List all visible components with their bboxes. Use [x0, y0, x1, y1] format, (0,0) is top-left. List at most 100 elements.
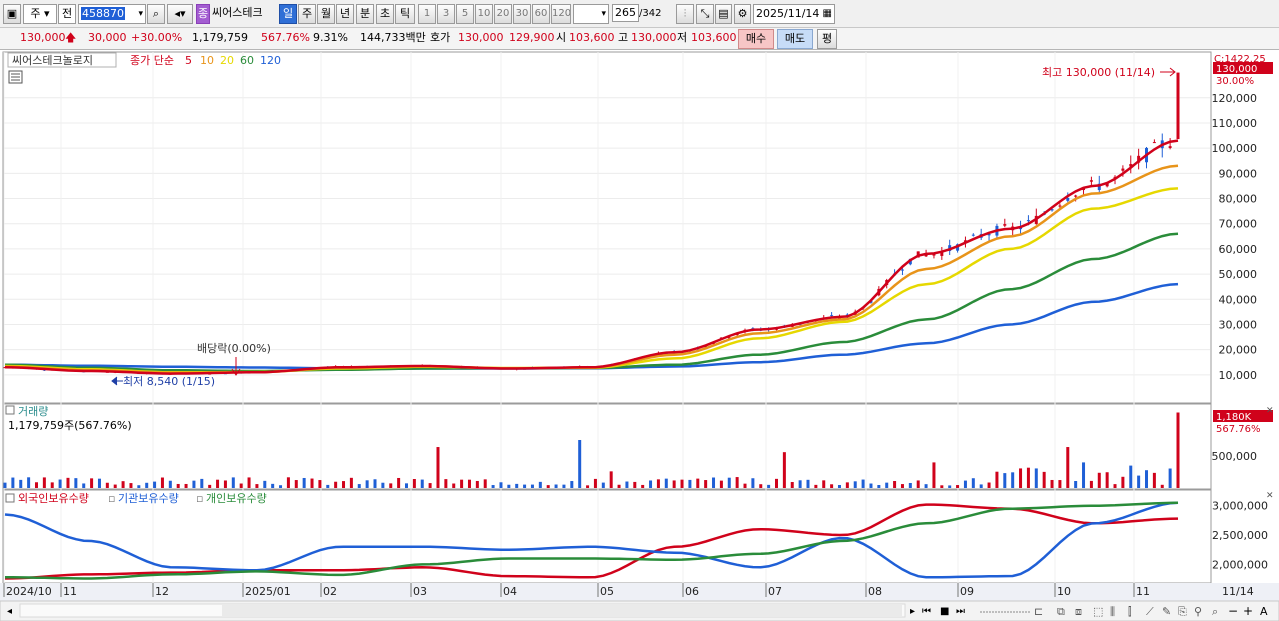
volume-bar — [499, 482, 503, 488]
legend-ma-60[interactable]: 60 — [240, 54, 254, 67]
volume-bar — [3, 482, 7, 488]
count-field[interactable]: 265/342 — [612, 4, 676, 24]
volume-bar — [1058, 480, 1062, 488]
period-tab-second[interactable]: 초 — [376, 4, 394, 24]
period-tab-tick[interactable]: 틱 — [395, 4, 415, 24]
period-tab-day[interactable]: 일 — [279, 4, 297, 24]
volume-bar — [105, 482, 109, 488]
interval-20[interactable]: 20 — [494, 4, 512, 24]
interval-1[interactable]: 1 — [418, 4, 436, 24]
zoom-out-icon[interactable]: − — [1228, 604, 1238, 618]
magnifier-icon[interactable]: ⌕ — [1212, 605, 1218, 618]
save-icon[interactable]: ▤ — [715, 4, 732, 24]
volume-bar — [546, 485, 550, 488]
quote-volume-pct: 567.76% — [261, 31, 310, 44]
x-tick-label: 04 — [503, 585, 517, 598]
rewind-icon[interactable]: ⏮ — [922, 606, 931, 617]
legend-foreign[interactable]: 외국인보유수량 — [18, 492, 89, 505]
x-tick-label: 11 — [63, 585, 77, 598]
interval-60[interactable]: 60 — [532, 4, 550, 24]
interval-10[interactable]: 10 — [475, 4, 493, 24]
interval-3[interactable]: 3 — [437, 4, 455, 24]
tool-shape-icon[interactable]: ⬚ — [1093, 605, 1103, 618]
volume-close-icon[interactable]: ✕ — [1266, 406, 1274, 416]
volume-bar — [428, 483, 432, 488]
zoom-in-icon[interactable]: + — [1243, 604, 1253, 618]
stop-icon[interactable]: ■ — [940, 606, 949, 617]
legend-name[interactable]: 씨어스테크놀로지 — [12, 54, 93, 67]
scroll-left-icon[interactable]: ◂ — [7, 606, 12, 617]
candle-body-last — [1176, 72, 1180, 140]
tool-line-icon[interactable]: ⟋ — [1146, 605, 1154, 618]
period-tab-minute[interactable]: 분 — [356, 4, 374, 24]
compare-select[interactable]: 전 — [58, 4, 76, 24]
buy-button[interactable]: 매수 — [738, 29, 774, 49]
volume-bar — [271, 483, 275, 488]
holding-close-icon[interactable]: ✕ — [1266, 491, 1274, 501]
legend-institution[interactable]: 기관보유수량 — [118, 492, 179, 505]
interval-120[interactable]: 120 — [551, 4, 571, 24]
speaker-icon[interactable]: ◂▾ — [167, 4, 193, 24]
sell-button[interactable]: 매도 — [777, 29, 813, 49]
legend-ma-20[interactable]: 20 — [220, 54, 234, 67]
x-tick-label: 02 — [323, 585, 337, 598]
average-button[interactable]: 평 — [817, 29, 837, 49]
tool-draw-icon[interactable]: ✎ — [1162, 605, 1171, 618]
code-input[interactable]: 458870 ▾ — [78, 4, 146, 24]
volume-bar — [113, 484, 117, 488]
forward-icon[interactable]: ⏭ — [956, 606, 965, 617]
candle-body — [1168, 146, 1172, 148]
tool-copy-icon[interactable]: ⎘ — [1178, 605, 1187, 618]
interval-30[interactable]: 30 — [513, 4, 531, 24]
period-tab-month[interactable]: 월 — [317, 4, 335, 24]
volume-bar — [893, 481, 897, 488]
legend-ma-5[interactable]: 5 — [185, 54, 192, 67]
stock-tag-icon[interactable]: 종 — [196, 4, 210, 24]
volume-bar — [948, 485, 952, 488]
interval-custom-select[interactable]: ▾ — [573, 4, 609, 24]
volume-bar — [1011, 472, 1015, 488]
volume-bar — [814, 484, 818, 488]
legend-ma-120[interactable]: 120 — [260, 54, 281, 67]
volume-bar — [66, 477, 70, 488]
candle-body — [1121, 168, 1125, 171]
date-input[interactable]: 2025/11/14 ▦ — [753, 4, 835, 24]
x-tick-label: 10 — [1057, 585, 1071, 598]
interval-5[interactable]: 5 — [456, 4, 474, 24]
volume-bar — [97, 478, 101, 488]
font-size-icon[interactable]: A — [1260, 605, 1268, 618]
count-total: /342 — [639, 8, 662, 19]
crosshair-icon[interactable]: ⤡ — [696, 4, 714, 24]
period-tab-week[interactable]: 주 — [298, 4, 316, 24]
chart-area[interactable]: 10,000 20,000 30,000 40,000 50,000 60,000 70,0… — [0, 51, 1279, 621]
calendar-icon[interactable]: ▦ — [823, 5, 834, 23]
tool-layout-icon[interactable]: ⧈ — [1075, 605, 1082, 618]
volume-bar — [412, 479, 416, 488]
tool-window-icon[interactable]: ⧉ — [1057, 605, 1065, 618]
scrollbar-thumb[interactable] — [222, 605, 902, 616]
tool-candle-icon[interactable]: ⫿ — [1128, 605, 1132, 618]
volume-bar — [310, 478, 314, 488]
volume-bar — [436, 447, 440, 488]
tool-link-icon[interactable]: ⚲ — [1194, 605, 1202, 618]
holding-panel-icon[interactable] — [5, 493, 15, 503]
tool-bar-icon[interactable]: ⫼ — [1110, 605, 1115, 618]
period-tab-year[interactable]: 년 — [336, 4, 354, 24]
volume-bar — [916, 480, 920, 488]
volume-bar — [861, 479, 865, 488]
gear-icon[interactable]: ⚙ — [734, 4, 751, 24]
volume-bar — [932, 462, 936, 488]
volume-title[interactable]: 거래량 — [18, 405, 48, 418]
legend-ma-10[interactable]: 10 — [200, 54, 214, 67]
volume-panel-icon[interactable] — [5, 405, 15, 415]
legend-individual[interactable]: 개인보유수량 — [206, 492, 267, 505]
legend-ma-label[interactable]: 종가 단순 — [130, 54, 174, 67]
tool-trend-icon[interactable]: ⊏ — [1034, 605, 1043, 618]
volume-bar — [680, 479, 684, 488]
x-tick-label: 05 — [600, 585, 614, 598]
scroll-right-icon[interactable]: ▸ — [910, 606, 915, 617]
window-menu-icon[interactable]: ▣ — [3, 4, 21, 24]
period-type-select[interactable]: 주 ▾ — [23, 4, 57, 24]
search-icon[interactable]: ⌕ — [147, 4, 165, 24]
candle-icon[interactable]: ⫶ — [676, 4, 694, 24]
